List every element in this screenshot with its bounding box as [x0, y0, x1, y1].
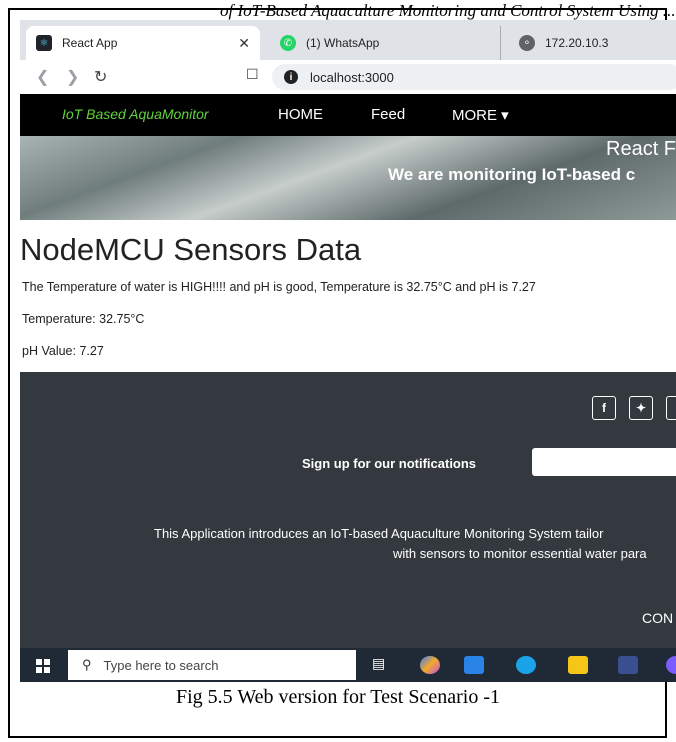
info-icon[interactable]: i	[284, 70, 298, 84]
task-view-icon[interactable]: ▤	[372, 655, 392, 673]
social-icon[interactable]	[666, 396, 676, 420]
back-icon[interactable]: ❮	[36, 67, 49, 87]
brand-logo[interactable]: IoT Based AquaMonitor	[62, 106, 209, 122]
address-bar: ❮ ❯ ↻ ☐ i localhost:3000	[20, 60, 676, 95]
about-text-line-1: This Application introduces an IoT-based…	[154, 526, 604, 541]
forward-icon[interactable]: ❯	[66, 67, 79, 87]
search-placeholder: Type here to search	[103, 657, 219, 673]
contact-heading: CON	[642, 610, 674, 626]
edge-icon[interactable]	[516, 656, 536, 674]
tab-label: 172.20.10.3	[545, 36, 609, 50]
facebook-icon[interactable]: f	[592, 396, 616, 420]
page-title: NodeMCU Sensors Data	[20, 232, 362, 267]
mail-icon[interactable]	[464, 656, 484, 674]
reload-icon[interactable]: ↻	[94, 67, 107, 87]
twitter-icon[interactable]: ✦	[629, 396, 653, 420]
about-text-line-2: with sensors to monitor essential water …	[393, 546, 647, 561]
react-icon: ⚛	[36, 35, 52, 51]
url-text: localhost:3000	[310, 69, 394, 85]
site-footer: f ✦ Sign up for our notifications This A…	[20, 372, 676, 648]
signup-label: Sign up for our notifications	[302, 456, 477, 471]
close-icon[interactable]: ✕	[238, 35, 250, 52]
taskbar-search-box[interactable]: ⚲ Type here to search	[68, 650, 356, 680]
tab-label: (1) WhatsApp	[306, 36, 380, 50]
copilot-icon[interactable]	[420, 656, 440, 674]
search-icon: ⚲	[82, 657, 92, 672]
tab-react-app[interactable]: ⚛ React App ✕	[26, 26, 260, 60]
tab-label: React App	[62, 36, 118, 50]
bookmark-icon[interactable]: ☐	[246, 66, 259, 83]
site-navbar: IoT Based AquaMonitor HOME Feed MORE ▾	[20, 94, 676, 136]
whatsapp-icon: ✆	[280, 35, 296, 51]
hero-title: React F	[606, 138, 676, 160]
nav-home[interactable]: HOME	[278, 106, 323, 123]
hero-banner: React F We are monitoring IoT-based c	[20, 136, 676, 220]
dev-home-icon[interactable]	[618, 656, 638, 674]
nav-feed[interactable]: Feed	[371, 106, 405, 123]
status-message: The Temperature of water is HIGH!!!! and…	[22, 280, 536, 294]
globe-icon: ⚬	[519, 35, 535, 51]
nav-more-dropdown[interactable]: MORE ▾	[452, 106, 509, 124]
windows-taskbar: ⚲ Type here to search ▤	[20, 648, 676, 682]
email-field[interactable]	[532, 448, 676, 476]
file-explorer-icon[interactable]	[568, 656, 588, 674]
windows-start-icon[interactable]	[36, 659, 50, 673]
ph-value: pH Value: 7.27	[22, 344, 104, 358]
temperature-value: Temperature: 32.75°C	[22, 312, 145, 326]
url-field[interactable]: i localhost:3000	[272, 64, 676, 90]
hero-subtitle: We are monitoring IoT-based c	[388, 165, 636, 184]
browser-tab-bar: ⚛ React App ✕ ✆ (1) WhatsApp ⚬ 172.20.10…	[20, 20, 676, 60]
figure-caption: Fig 5.5 Web version for Test Scenario -1	[176, 686, 500, 708]
tab-whatsapp[interactable]: ✆ (1) WhatsApp	[270, 26, 510, 60]
document-header-text: of IoT-Based Aquaculture Monitoring and …	[220, 1, 676, 20]
tab-ip-address[interactable]: ⚬ 172.20.10.3	[500, 26, 676, 60]
screenshot: ⚛ React App ✕ ✆ (1) WhatsApp ⚬ 172.20.10…	[20, 20, 676, 682]
app-icon[interactable]	[666, 656, 676, 674]
